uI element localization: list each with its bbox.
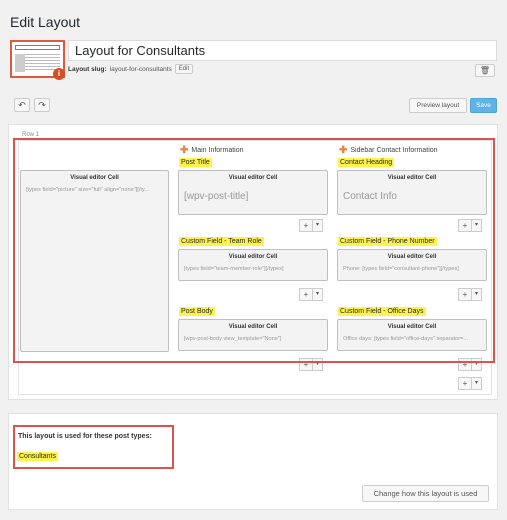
slug-value: layout-for-consultants <box>109 65 172 73</box>
add-row-control[interactable]: + ▾ <box>458 377 482 390</box>
thumbnail-header <box>15 45 60 50</box>
add-icon[interactable]: + <box>458 377 472 390</box>
slug-row: Layout slug: layout-for-consultants Edit <box>68 64 194 74</box>
page-title: Edit Layout <box>10 14 81 30</box>
slug-label: Layout slug: <box>68 65 107 73</box>
chevron-down-icon[interactable]: ▾ <box>472 377 482 390</box>
annotation-highlight-box <box>13 425 174 469</box>
redo-icon[interactable]: ↷ <box>34 98 50 112</box>
preview-layout-button[interactable]: Preview layout <box>409 98 467 113</box>
info-badge-icon: i <box>53 68 65 80</box>
trash-icon[interactable]: 🗑 <box>475 64 495 77</box>
save-button[interactable]: Save <box>470 98 497 113</box>
edit-slug-button[interactable]: Edit <box>174 64 194 74</box>
thumbnail-sidebar <box>15 54 25 72</box>
layout-name-input[interactable] <box>68 40 497 61</box>
annotation-highlight-box <box>13 138 495 363</box>
undo-icon[interactable]: ↶ <box>14 98 30 112</box>
change-usage-button[interactable]: Change how this layout is used <box>362 485 489 502</box>
